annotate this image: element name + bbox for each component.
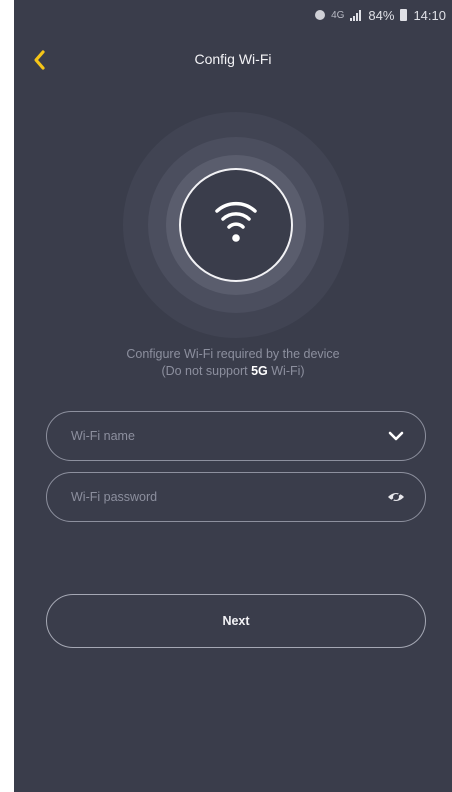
page-title: Config Wi-Fi [194, 51, 272, 67]
wifi-password-field[interactable] [46, 472, 426, 522]
wifi-instructions: Configure Wi-Fi required by the device (… [14, 346, 452, 380]
chevron-down-icon [388, 431, 404, 441]
wifi-password-input[interactable] [69, 489, 385, 505]
wifi-icon [215, 201, 257, 242]
header: Config Wi-Fi [14, 40, 452, 80]
battery-percent: 84% [368, 7, 395, 23]
wifi-name-field[interactable] [46, 411, 426, 461]
status-bar: 4G 84% 14:10 [14, 0, 452, 30]
instruction-line-2-prefix: (Do not support [161, 364, 252, 378]
instruction-line-1: Configure Wi-Fi required by the device [126, 347, 340, 361]
instruction-line-2: (Do not support 5G Wi-Fi) [14, 363, 452, 380]
app-screen: 4G 84% 14:10 Config Wi-Fi Configure Wi-F… [14, 0, 452, 792]
wifi-illustration [123, 112, 349, 338]
instruction-line-2-suffix: Wi-Fi) [267, 364, 305, 378]
alarm-icon [315, 10, 326, 20]
eye-hidden-icon [388, 491, 404, 503]
signal-icon [350, 9, 362, 21]
network-type: 4G [331, 9, 345, 21]
wifi-name-input[interactable] [69, 428, 385, 444]
band-highlight: 5G [251, 364, 268, 378]
next-button[interactable]: Next [46, 594, 426, 648]
wifi-name-dropdown[interactable] [385, 425, 407, 447]
battery-icon [400, 9, 408, 21]
password-visibility-toggle[interactable] [385, 486, 407, 508]
clock: 14:10 [413, 7, 446, 23]
